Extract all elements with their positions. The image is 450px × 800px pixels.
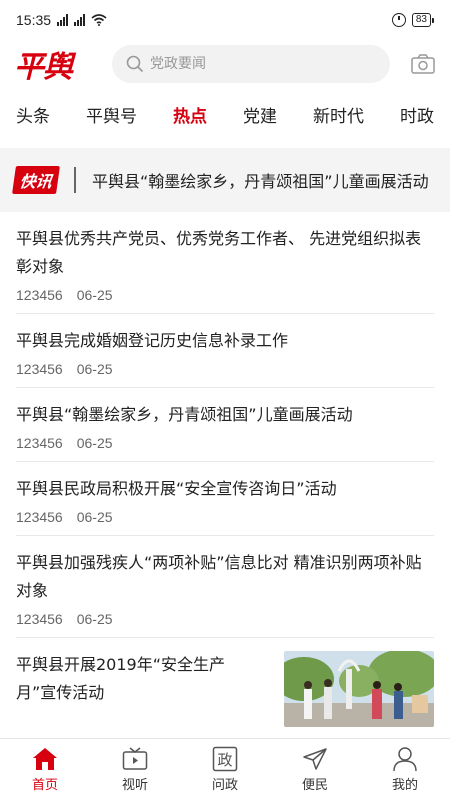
news-title: 平舆县优秀共产党员、优秀党务工作者、 先进党组织拟表彰对象 bbox=[16, 229, 422, 276]
news-thumbnail bbox=[284, 651, 434, 727]
news-item[interactable]: 平舆县民政局积极开展“安全宣传咨询日”活动 123456 06-25 bbox=[16, 462, 434, 536]
signal-icon bbox=[57, 14, 69, 26]
tv-icon bbox=[122, 746, 148, 772]
news-item[interactable]: 平舆县完成婚姻登记历史信息补录工作 123456 06-25 bbox=[16, 314, 434, 388]
news-item[interactable]: 平舆县加强残疾人“两项补贴”信息比对 精准识别两项补贴对象 123456 06-… bbox=[16, 536, 434, 638]
user-icon bbox=[392, 746, 418, 772]
flash-badge: 快讯 bbox=[12, 166, 60, 194]
nav-label: 便民 bbox=[301, 778, 328, 793]
news-meta: 123456 06-25 bbox=[16, 509, 434, 525]
news-title: 平舆县完成婚姻登记历史信息补录工作 bbox=[16, 331, 289, 350]
news-views: 123456 bbox=[16, 435, 63, 451]
nav-convenience[interactable]: 便民 bbox=[280, 746, 350, 793]
news-meta: 123456 06-25 bbox=[16, 611, 434, 627]
signal-icon-2 bbox=[74, 14, 86, 26]
news-date: 06-25 bbox=[76, 509, 113, 525]
tab-toutiao[interactable]: 头条 bbox=[16, 102, 50, 127]
status-time: 15:35 bbox=[16, 12, 52, 28]
news-item[interactable]: 平舆县“翰墨绘家乡，丹青颂祖国”儿童画展活动 123456 06-25 bbox=[16, 388, 434, 462]
flash-divider bbox=[74, 167, 77, 193]
news-date: 06-25 bbox=[76, 435, 113, 451]
camera-icon bbox=[411, 54, 435, 74]
battery-cap bbox=[432, 17, 434, 23]
nav-video[interactable]: 视听 bbox=[100, 746, 170, 793]
tab-party-building[interactable]: 党建 bbox=[243, 102, 277, 127]
news-item-with-thumbnail[interactable]: 平舆县开展2019年“安全生产月”宣传活动 bbox=[16, 638, 434, 737]
news-meta: 123456 06-25 bbox=[16, 287, 434, 303]
search-icon bbox=[126, 55, 144, 73]
nav-home[interactable]: 首页 bbox=[10, 746, 80, 793]
news-meta: 123456 06-25 bbox=[16, 435, 434, 451]
nav-label: 首页 bbox=[31, 778, 58, 793]
news-date: 06-25 bbox=[76, 361, 113, 377]
status-bar: 15:35 83 bbox=[0, 0, 450, 40]
status-left: 15:35 bbox=[16, 12, 107, 28]
alarm-icon bbox=[391, 13, 406, 27]
flash-news-text[interactable]: 平舆县“翰墨绘家乡，丹青颂祖国”儿童画展活动 bbox=[92, 168, 432, 192]
tab-new-era[interactable]: 新时代 bbox=[313, 102, 364, 127]
battery-indicator: 83 bbox=[411, 13, 434, 27]
news-title: 平舆县“翰墨绘家乡，丹青颂祖国”儿童画展活动 bbox=[16, 405, 353, 424]
news-title: 平舆县加强残疾人“两项补贴”信息比对 精准识别两项补贴对象 bbox=[16, 553, 422, 600]
tab-pingyuhao[interactable]: 平舆号 bbox=[86, 102, 137, 127]
category-tabs: 头条 平舆号 热点 党建 新时代 时政 bbox=[0, 90, 450, 138]
search-bar[interactable] bbox=[112, 45, 390, 83]
camera-button[interactable] bbox=[410, 51, 436, 77]
battery-level: 83 bbox=[411, 13, 431, 27]
news-meta: 123456 06-25 bbox=[16, 361, 434, 377]
nav-label: 问政 bbox=[211, 778, 238, 793]
news-item[interactable]: 平舆县优秀共产党员、优秀党务工作者、 先进党组织拟表彰对象 123456 06-… bbox=[16, 212, 434, 314]
nav-label: 视听 bbox=[121, 778, 148, 793]
nav-politics[interactable]: 政 问政 bbox=[190, 746, 260, 793]
app-header: 平舆 bbox=[0, 40, 450, 88]
news-views: 123456 bbox=[16, 611, 63, 627]
tab-politics[interactable]: 时政 bbox=[400, 102, 434, 127]
send-icon bbox=[302, 746, 328, 772]
app-logo: 平舆 bbox=[14, 50, 73, 85]
news-date: 06-25 bbox=[76, 611, 113, 627]
nav-profile[interactable]: 我的 bbox=[370, 746, 440, 793]
news-title: 平舆县开展2019年“安全生产月”宣传活动 bbox=[16, 655, 226, 702]
news-views: 123456 bbox=[16, 287, 63, 303]
status-right: 83 bbox=[391, 13, 434, 27]
nav-label: 我的 bbox=[391, 778, 418, 793]
politics-icon: 政 bbox=[212, 746, 238, 772]
search-input[interactable] bbox=[150, 56, 350, 72]
news-views: 123456 bbox=[16, 361, 63, 377]
politics-icon-text: 政 bbox=[217, 751, 232, 769]
bottom-navigation: 首页 视听 政 问政 便民 我的 bbox=[0, 738, 450, 800]
news-date: 06-25 bbox=[76, 287, 113, 303]
news-photo-image bbox=[284, 651, 434, 727]
app-root: 15:35 83 平舆 党政要闻 头条 平舆号 热点 党建 新时代 时政 快讯 … bbox=[0, 0, 450, 800]
wifi-icon bbox=[91, 14, 107, 26]
flash-news-bar[interactable]: 快讯 平舆县“翰墨绘家乡，丹青颂祖国”儿童画展活动 bbox=[0, 148, 450, 212]
news-title: 平舆县民政局积极开展“安全宣传咨询日”活动 bbox=[16, 479, 337, 498]
news-views: 123456 bbox=[16, 509, 63, 525]
home-icon bbox=[32, 746, 58, 772]
news-list: 平舆县优秀共产党员、优秀党务工作者、 先进党组织拟表彰对象 123456 06-… bbox=[0, 212, 450, 737]
tab-hotspot[interactable]: 热点 bbox=[173, 102, 207, 127]
